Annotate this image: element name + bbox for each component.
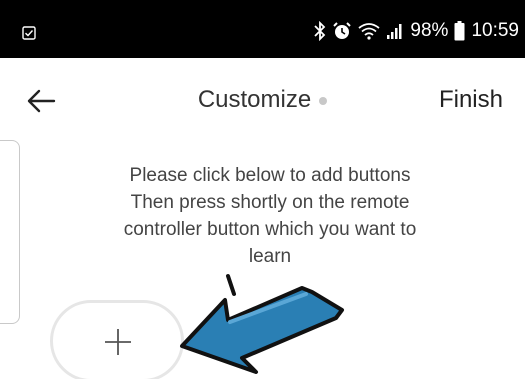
app-header: Customize Finish bbox=[0, 58, 525, 142]
instruction-line-2: Then press shortly on the remote control… bbox=[123, 192, 417, 267]
screen: 98% 10:59 Customize Finish Please click … bbox=[0, 0, 525, 379]
wifi-icon bbox=[358, 23, 380, 40]
title-status-dot bbox=[319, 97, 328, 105]
finish-button[interactable]: Finish bbox=[439, 86, 503, 114]
arrow-annotation-icon bbox=[180, 274, 344, 374]
bluetooth-icon bbox=[314, 21, 326, 41]
battery-percent: 98% bbox=[410, 20, 449, 41]
alarm-icon bbox=[333, 22, 352, 39]
signal-icon bbox=[387, 24, 402, 39]
checkbox-notification-icon bbox=[22, 26, 36, 40]
clock: 10:59 bbox=[471, 20, 519, 41]
status-icons: 98% 10:59 bbox=[314, 19, 519, 43]
status-bar: 98% 10:59 bbox=[0, 0, 525, 58]
instructions: Please click below to add buttons Then p… bbox=[110, 162, 430, 270]
plus-icon bbox=[105, 329, 131, 355]
add-button[interactable] bbox=[50, 300, 184, 379]
battery-icon bbox=[454, 21, 465, 41]
instruction-line-1: Please click below to add buttons bbox=[129, 165, 411, 186]
page-title: Customize bbox=[197, 86, 312, 113]
side-panel-edge bbox=[0, 140, 20, 324]
